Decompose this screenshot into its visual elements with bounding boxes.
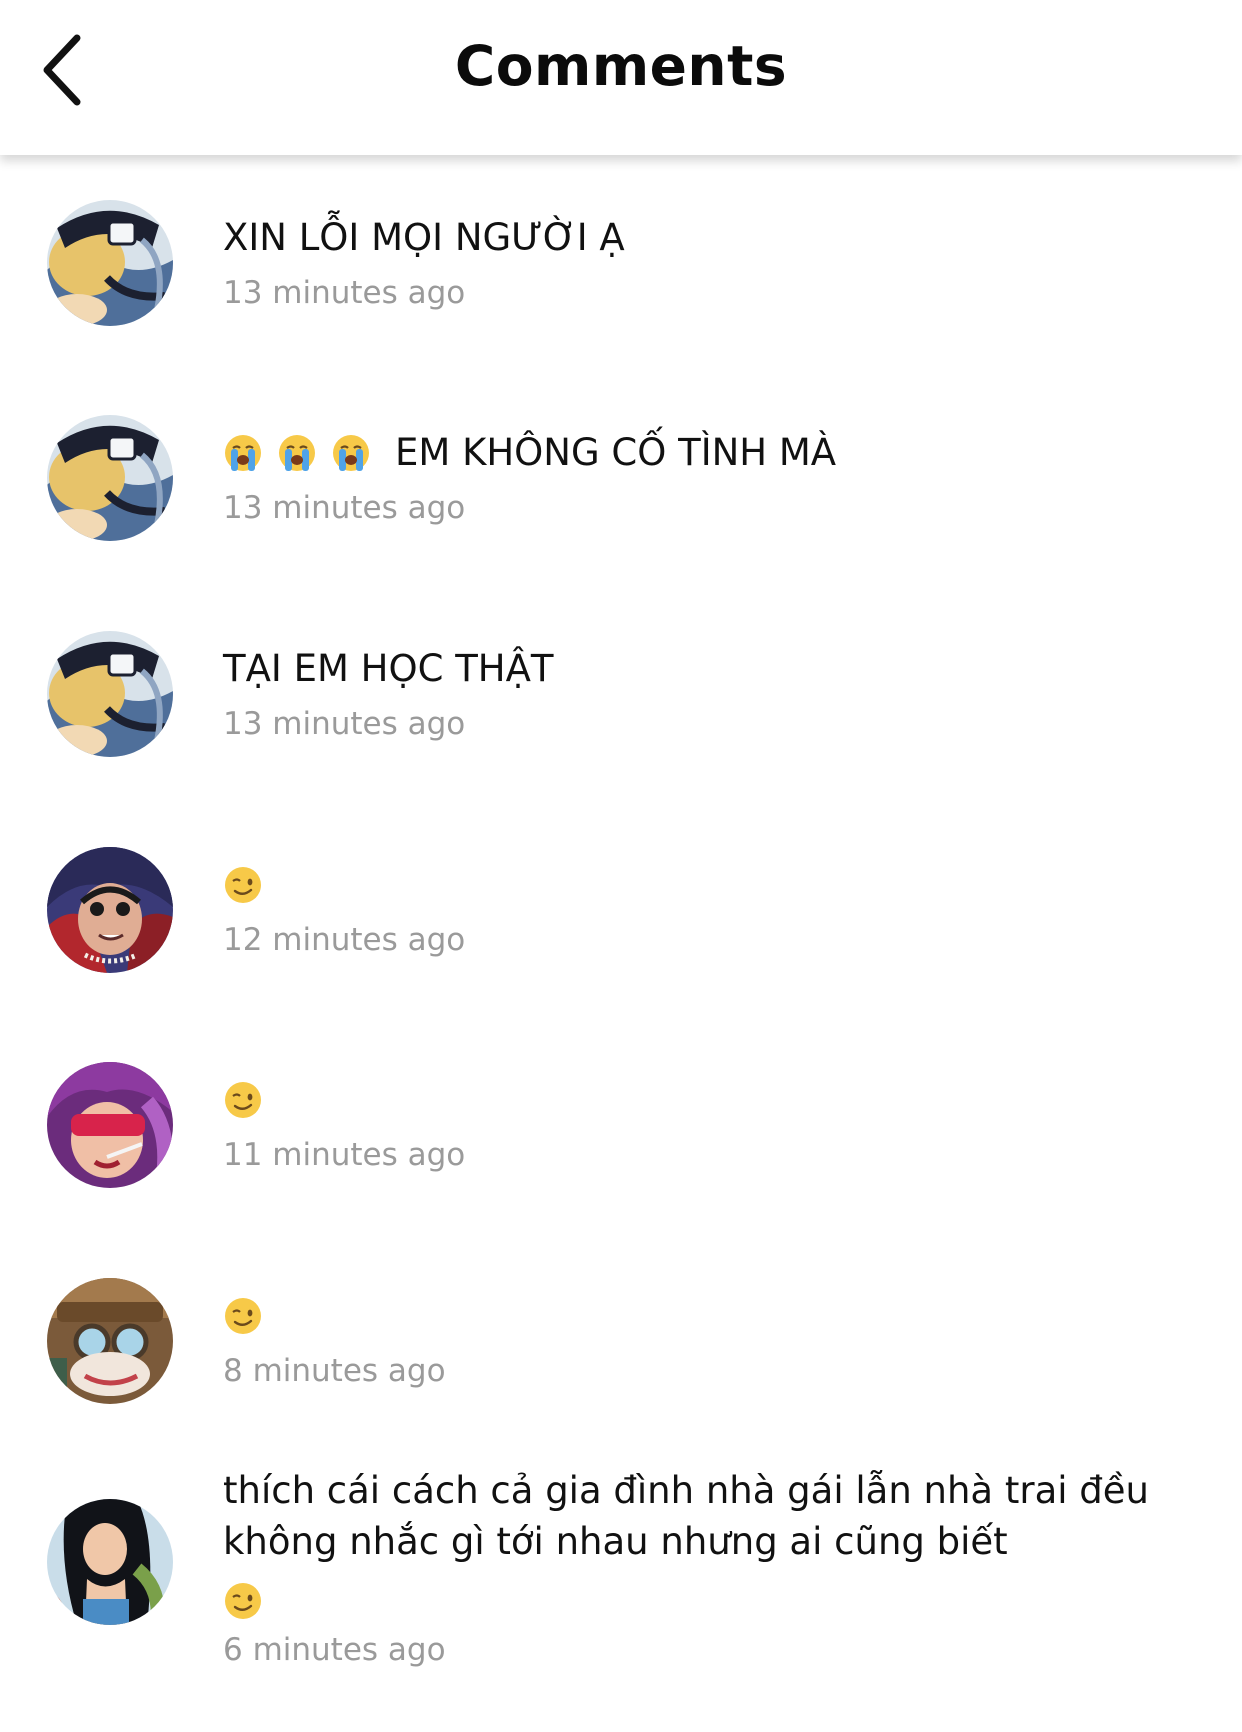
comment-text: EM KHÔNG CỐ TÌNH MÀ <box>395 431 837 474</box>
avatar-goggles-hat[interactable] <box>47 1278 173 1404</box>
winking-face-icon <box>225 1297 261 1334</box>
winking-face-icon <box>225 1582 261 1619</box>
comment-text: thích cái cách cả gia đình nhà gái lẫn n… <box>223 1469 1161 1563</box>
header-bar: Comments <box>0 0 1242 155</box>
comment-timestamp: 13 minutes ago <box>223 275 466 311</box>
avatar-blond-hat[interactable] <box>47 415 173 541</box>
comment-text: XIN LỖI MỌI NGƯỜI Ạ <box>223 216 625 259</box>
loudly-crying-face-icon <box>333 434 369 471</box>
avatar-blond-hat[interactable] <box>47 631 173 757</box>
page-title: Comments <box>454 34 788 98</box>
comment-timestamp: 8 minutes ago <box>223 1353 446 1389</box>
comment-timestamp: 13 minutes ago <box>223 490 466 526</box>
avatar-dark-hair-necklace[interactable] <box>47 847 173 973</box>
loudly-crying-face-icon <box>279 434 315 471</box>
avatar-black-hair-woman[interactable] <box>47 1499 173 1625</box>
comment-timestamp: 12 minutes ago <box>223 922 466 958</box>
comment-text-row <box>223 1290 1202 1341</box>
avatar-purple-hair-sunglasses[interactable] <box>47 1062 173 1188</box>
comment-text-row: EM KHÔNG CỐ TÌNH MÀ <box>223 427 1202 478</box>
comment-text-row <box>223 1074 1202 1125</box>
winking-face-icon <box>225 866 261 903</box>
winking-face-icon <box>225 1081 261 1118</box>
loudly-crying-face-icon <box>225 434 261 471</box>
comment-text-row <box>223 859 1202 910</box>
comment-emoji-row <box>223 1575 1202 1626</box>
comment-text: TẠI EM HỌC THẬT <box>223 647 554 690</box>
avatar-blond-hat[interactable] <box>47 200 173 326</box>
comment-timestamp: 13 minutes ago <box>223 706 466 742</box>
comment-timestamp: 6 minutes ago <box>223 1632 446 1668</box>
comment-timestamp: 11 minutes ago <box>223 1137 466 1173</box>
